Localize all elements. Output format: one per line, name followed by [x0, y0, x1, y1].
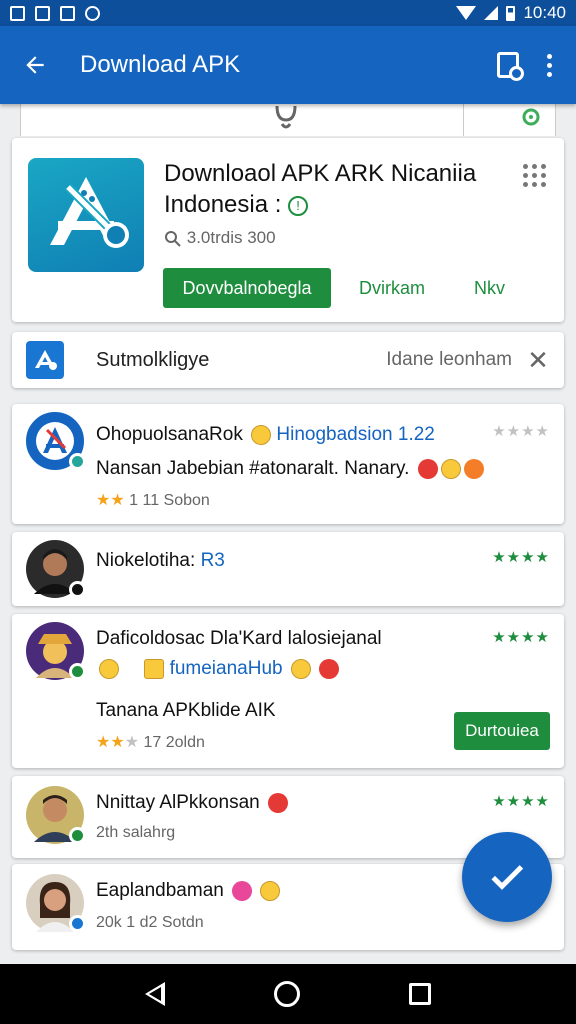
review-title: Daficoldosac Dla'Kard lalosiejanal: [96, 628, 382, 649]
review-body: Nansan Jabebian #atonaralt. Nanary.: [96, 458, 484, 480]
verified-badge-icon: [69, 453, 86, 470]
cast-icon: [35, 5, 50, 21]
refresh-icon[interactable]: [521, 106, 541, 134]
review-emoji-line: fumeianaHub: [96, 658, 340, 680]
party-emoji-icon: [232, 880, 253, 901]
nav-home-icon[interactable]: [273, 981, 300, 1007]
smile-emoji-icon: [260, 880, 281, 901]
wifi-icon: [456, 6, 477, 20]
device-link-icon[interactable]: [497, 52, 524, 81]
review-title: Nnittay AlPkkonsan: [96, 792, 288, 814]
avatar[interactable]: [26, 786, 86, 844]
verified-badge-icon: [69, 663, 86, 680]
smile-emoji-icon: [99, 658, 119, 679]
review-card[interactable]: Daficoldosac Dla'Kard lalosiejanal ★★★★ …: [12, 614, 564, 768]
app-card: Downloaol APK ARK Nicaniia Indonesia : !…: [12, 138, 564, 322]
review-body-text: Nansan Jabebian #atonaralt. Nanary.: [96, 458, 410, 479]
review-author: Nnittay AlPkkonsan: [96, 792, 260, 813]
review-author: Eaplandbaman: [96, 880, 224, 901]
secondary-action-button[interactable]: Dvirkam: [359, 278, 425, 299]
alert-icon: [85, 5, 100, 21]
scrolled-partial-row: [20, 104, 556, 136]
confirm-fab-button[interactable]: [462, 832, 552, 922]
star-filled-icon: ★★: [96, 492, 125, 509]
app-name-separator: :: [274, 191, 289, 218]
close-icon[interactable]: ✕: [512, 345, 564, 376]
signal-icon: [484, 6, 499, 20]
star-rating: ★★★★: [492, 629, 550, 646]
app-meta: 3.0trdis 300: [164, 228, 276, 248]
review-title: Niokelotiha: R3: [96, 550, 225, 572]
star-empty-icon: ★: [124, 734, 140, 751]
image-icon: [10, 5, 25, 21]
star-rating: ★★★★: [492, 793, 550, 810]
tertiary-action-button[interactable]: Nkv: [474, 278, 505, 299]
search-icon: [165, 230, 181, 247]
flag-emoji-icon: [319, 658, 340, 679]
battery-icon: [506, 5, 516, 21]
app-meta-text: 3.0trdis 300: [186, 228, 276, 247]
review-link[interactable]: fumeianaHub: [170, 658, 283, 679]
avatar[interactable]: [26, 622, 86, 680]
nav-recents-icon[interactable]: [409, 983, 432, 1005]
star-rating: ★★★★: [492, 423, 550, 440]
review-title: Eaplandbaman: [96, 880, 281, 902]
badge-icon: [69, 581, 86, 598]
app-name: Downloaol APK ARK Nicaniia Indonesia : !: [164, 158, 524, 220]
page-title: Download APK: [80, 51, 241, 78]
verified-badge-icon: [69, 915, 86, 932]
review-version: Hinogbadsion 1.22: [276, 424, 435, 445]
app-icon[interactable]: [28, 158, 144, 272]
angry-emoji-icon: [417, 458, 438, 479]
avatar[interactable]: [26, 540, 86, 598]
review-author: Niokelotiha:: [96, 550, 196, 571]
nav-back-icon[interactable]: [144, 982, 165, 1006]
avatar[interactable]: [26, 412, 86, 470]
laugh-emoji-icon: [440, 458, 461, 479]
divider: [463, 104, 464, 136]
photo-icon: [60, 5, 75, 21]
back-button[interactable]: [0, 26, 70, 104]
review-meta: 20k 1 d2 Sotdn: [96, 914, 204, 931]
heart-emoji-icon: [267, 792, 288, 813]
review-meta: 2th salahrg: [96, 824, 176, 841]
status-bar: 10:40: [0, 0, 576, 26]
back-arrow-icon: [26, 56, 44, 74]
check-icon: [491, 865, 524, 890]
heart-emoji-icon: [463, 458, 484, 479]
download-button[interactable]: Dovvbalnobegla: [163, 268, 331, 308]
info-icon[interactable]: !: [288, 195, 309, 216]
review-card[interactable]: OhopuolsanaRok Hinogbadsion 1.22 ★★★★ Na…: [12, 404, 564, 524]
smile-emoji-icon: [251, 424, 272, 445]
review-body: Tanana APKblide AIK: [96, 700, 276, 721]
apk-logo-icon: [50, 177, 129, 248]
person-outline-icon: [271, 105, 301, 138]
more-vert-icon[interactable]: [547, 53, 552, 77]
suggestion-right-text[interactable]: Idane leonham: [386, 349, 512, 371]
review-author: Ohopuolsana: [96, 424, 210, 445]
review-title: OhopuolsanaRok Hinogbadsion 1.22: [96, 424, 435, 446]
review-action-button[interactable]: Durtouiea: [454, 712, 550, 750]
star-filled-icon: ★★: [96, 734, 125, 751]
apk-small-icon: [26, 341, 64, 379]
suggestion-label: Sutmolkligye: [96, 348, 210, 371]
avatar[interactable]: [26, 874, 86, 932]
star-rating: ★★★★: [492, 549, 550, 566]
apps-grid-icon[interactable]: [523, 164, 546, 187]
review-meta-text: 17 2oldn: [143, 734, 205, 751]
review-meta: ★★ 1 11 Sobon: [96, 490, 210, 510]
suggestion-bar[interactable]: Sutmolkligye Idane leonham ✕: [12, 332, 564, 388]
robot-emoji-icon: [144, 658, 165, 679]
review-meta-text: 1 11 Sobon: [129, 492, 210, 509]
review-card[interactable]: Niokelotiha: R3 ★★★★: [12, 532, 564, 606]
app-bar: Download APK: [0, 26, 576, 104]
app-name-text: Downloaol APK ARK Nicaniia Indonesia: [164, 160, 477, 218]
review-author-tail: Rok: [209, 424, 243, 445]
verified-badge-icon: [69, 827, 86, 844]
review-meta: ★★★ 17 2oldn: [96, 732, 205, 752]
thinking-emoji-icon: [290, 658, 311, 679]
status-time: 10:40: [523, 3, 566, 22]
system-nav-bar: [0, 964, 576, 1024]
review-tag: R3: [200, 550, 225, 571]
